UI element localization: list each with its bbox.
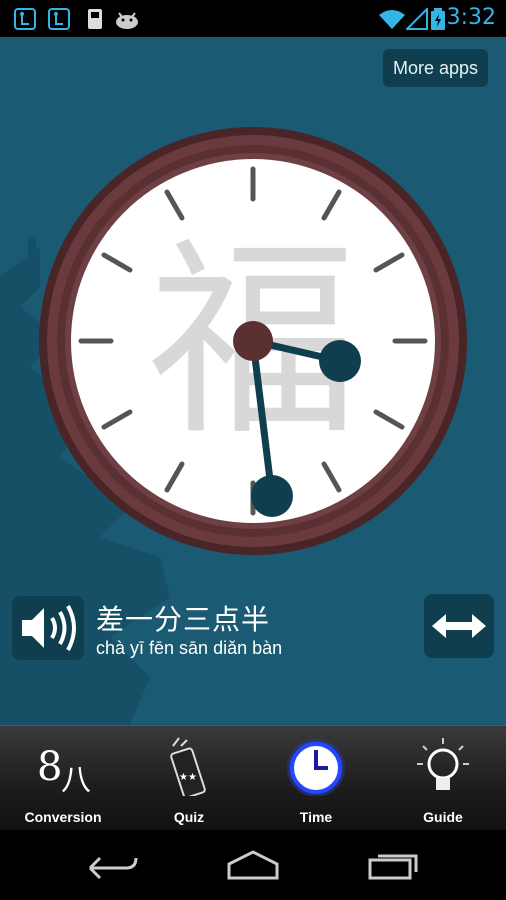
speaker-button[interactable] — [12, 596, 84, 660]
svg-text:八: 八 — [61, 763, 91, 796]
wifi-icon — [379, 10, 405, 29]
system-nav-bar — [0, 830, 506, 900]
recent-apps-icon[interactable] — [364, 848, 424, 882]
nav-label-time: Time — [299, 809, 333, 825]
more-apps-button[interactable]: More apps — [382, 49, 488, 87]
svg-text:★★: ★★ — [179, 772, 197, 783]
status-time: 3:32 — [446, 5, 496, 30]
battery-icon — [431, 8, 445, 30]
nav-item-quiz[interactable]: ★★ Quiz — [126, 726, 252, 831]
lightbulb-icon — [417, 738, 469, 790]
usb-debug-icon — [14, 8, 36, 30]
nav-label-guide: Guide — [423, 809, 463, 825]
usb-debug-icon — [48, 8, 70, 30]
firecracker-icon: ★★ — [170, 737, 206, 796]
main-scene: More apps 福 — [0, 37, 506, 725]
swap-button[interactable] — [424, 594, 494, 658]
android-icon — [116, 12, 138, 29]
status-bar: 3:32 — [0, 0, 506, 37]
nav-item-guide[interactable]: Guide — [380, 726, 506, 831]
home-icon[interactable] — [223, 848, 283, 882]
bottom-nav: 8 八 Conversion ★★ Quiz Time Guide — [0, 725, 506, 831]
nav-item-conversion[interactable]: 8 八 Conversion — [0, 726, 126, 831]
back-icon[interactable] — [82, 848, 142, 882]
phrase-pinyin: chà yī fēn sān diǎn bàn — [96, 638, 283, 658]
phrase-hanzi: 差一分三点半 — [96, 603, 271, 636]
nav-item-time[interactable]: Time — [253, 726, 379, 831]
clock-center — [233, 321, 273, 361]
double-arrow-icon — [432, 614, 486, 638]
nav-label-quiz: Quiz — [173, 809, 205, 825]
svg-text:8: 8 — [37, 744, 62, 790]
number-8-icon: 8 八 — [37, 744, 91, 796]
signal-icon — [406, 8, 428, 30]
clock-icon — [287, 739, 345, 796]
speaker-icon — [22, 605, 76, 651]
nav-label-conversion: Conversion — [24, 809, 102, 825]
clock: 福 — [39, 127, 467, 555]
sd-card-icon — [88, 9, 102, 29]
